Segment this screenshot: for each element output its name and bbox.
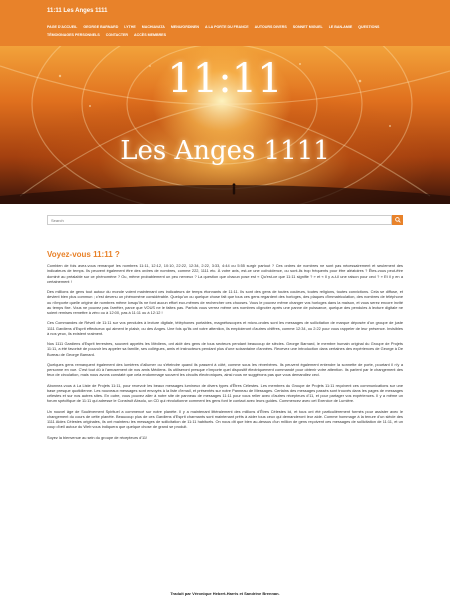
top-bar: 11:11 Les Anges 1111 PAGE D'ACCUEIL GEOR…: [0, 0, 450, 46]
article-paragraph: Soyez la bienvenue au sein du groupe de …: [47, 434, 148, 440]
nav-item-acces-membres[interactable]: ACCÈS MEMBRES: [134, 33, 166, 37]
article-paragraph: Quelques gens remarquent également des l…: [47, 361, 403, 378]
article-paragraph: Ces Commandes de Réveil de 11:11 sur vos…: [47, 320, 403, 336]
nav-item-ban-amie[interactable]: LE BAN-AMIE: [329, 25, 353, 29]
search-button[interactable]: [392, 215, 403, 225]
nav-item-lythe[interactable]: LYTHE: [124, 25, 135, 29]
nav-item-menu-ordinen[interactable]: MENU/ORDINEN: [171, 25, 199, 29]
main-nav: PAGE D'ACCUEIL GEORGE BARNARD LYTHE MACH…: [47, 25, 417, 37]
search-bar: [47, 215, 403, 225]
figure-silhouette: [232, 183, 236, 195]
article-paragraph: Un nouvel âge de Soulèvement Spirituel a…: [47, 408, 403, 430]
nav-item-questions[interactable]: QUESTIONS: [358, 25, 379, 29]
search-input[interactable]: [47, 215, 392, 225]
translation-credit: Traduit par Véronique Hebert-Harris et S…: [170, 591, 280, 596]
hero-banner: 11:11 Les Anges 1111: [0, 46, 450, 204]
article-paragraph: Des millions de gens tout autour du mond…: [47, 289, 403, 315]
nav-item-machiavata[interactable]: MACHIAVATA: [142, 25, 165, 29]
nav-item-porte-du-france[interactable]: A LA PORTE DU FRANCE: [205, 25, 249, 29]
article: Voyez-vous 11:11 ? Combien de fois avez-…: [47, 250, 403, 445]
hero-number: 11:11: [167, 56, 283, 102]
article-heading: Voyez-vous 11:11 ?: [47, 250, 120, 259]
nav-item-george-barnard[interactable]: GEORGE BARNARD: [83, 25, 118, 29]
nav-item-temoignages[interactable]: TÉMOIGNAGES PERSONNELS: [47, 33, 100, 37]
nav-item-autours-divers[interactable]: AUTOURS DIVERS: [255, 25, 287, 29]
hero-title: Les Anges 1111: [120, 136, 330, 166]
search-icon: [394, 217, 401, 223]
site-title[interactable]: 11:11 Les Anges 1111: [47, 8, 108, 14]
nav-item-sonnet-miguel[interactable]: SONNET MIGUEL: [293, 25, 323, 29]
article-paragraph: Nos 1111 Gardiens d'Esprit terrestres, s…: [47, 341, 403, 357]
nav-item-accueil[interactable]: PAGE D'ACCUEIL: [47, 25, 77, 29]
article-paragraph: Abonnez-vous à La Liste de Projets 11:11…: [47, 382, 403, 404]
article-paragraph: Combien de fois avez-vous remarqué les n…: [47, 263, 403, 284]
nav-item-contacter[interactable]: CONTACTER: [106, 33, 128, 37]
